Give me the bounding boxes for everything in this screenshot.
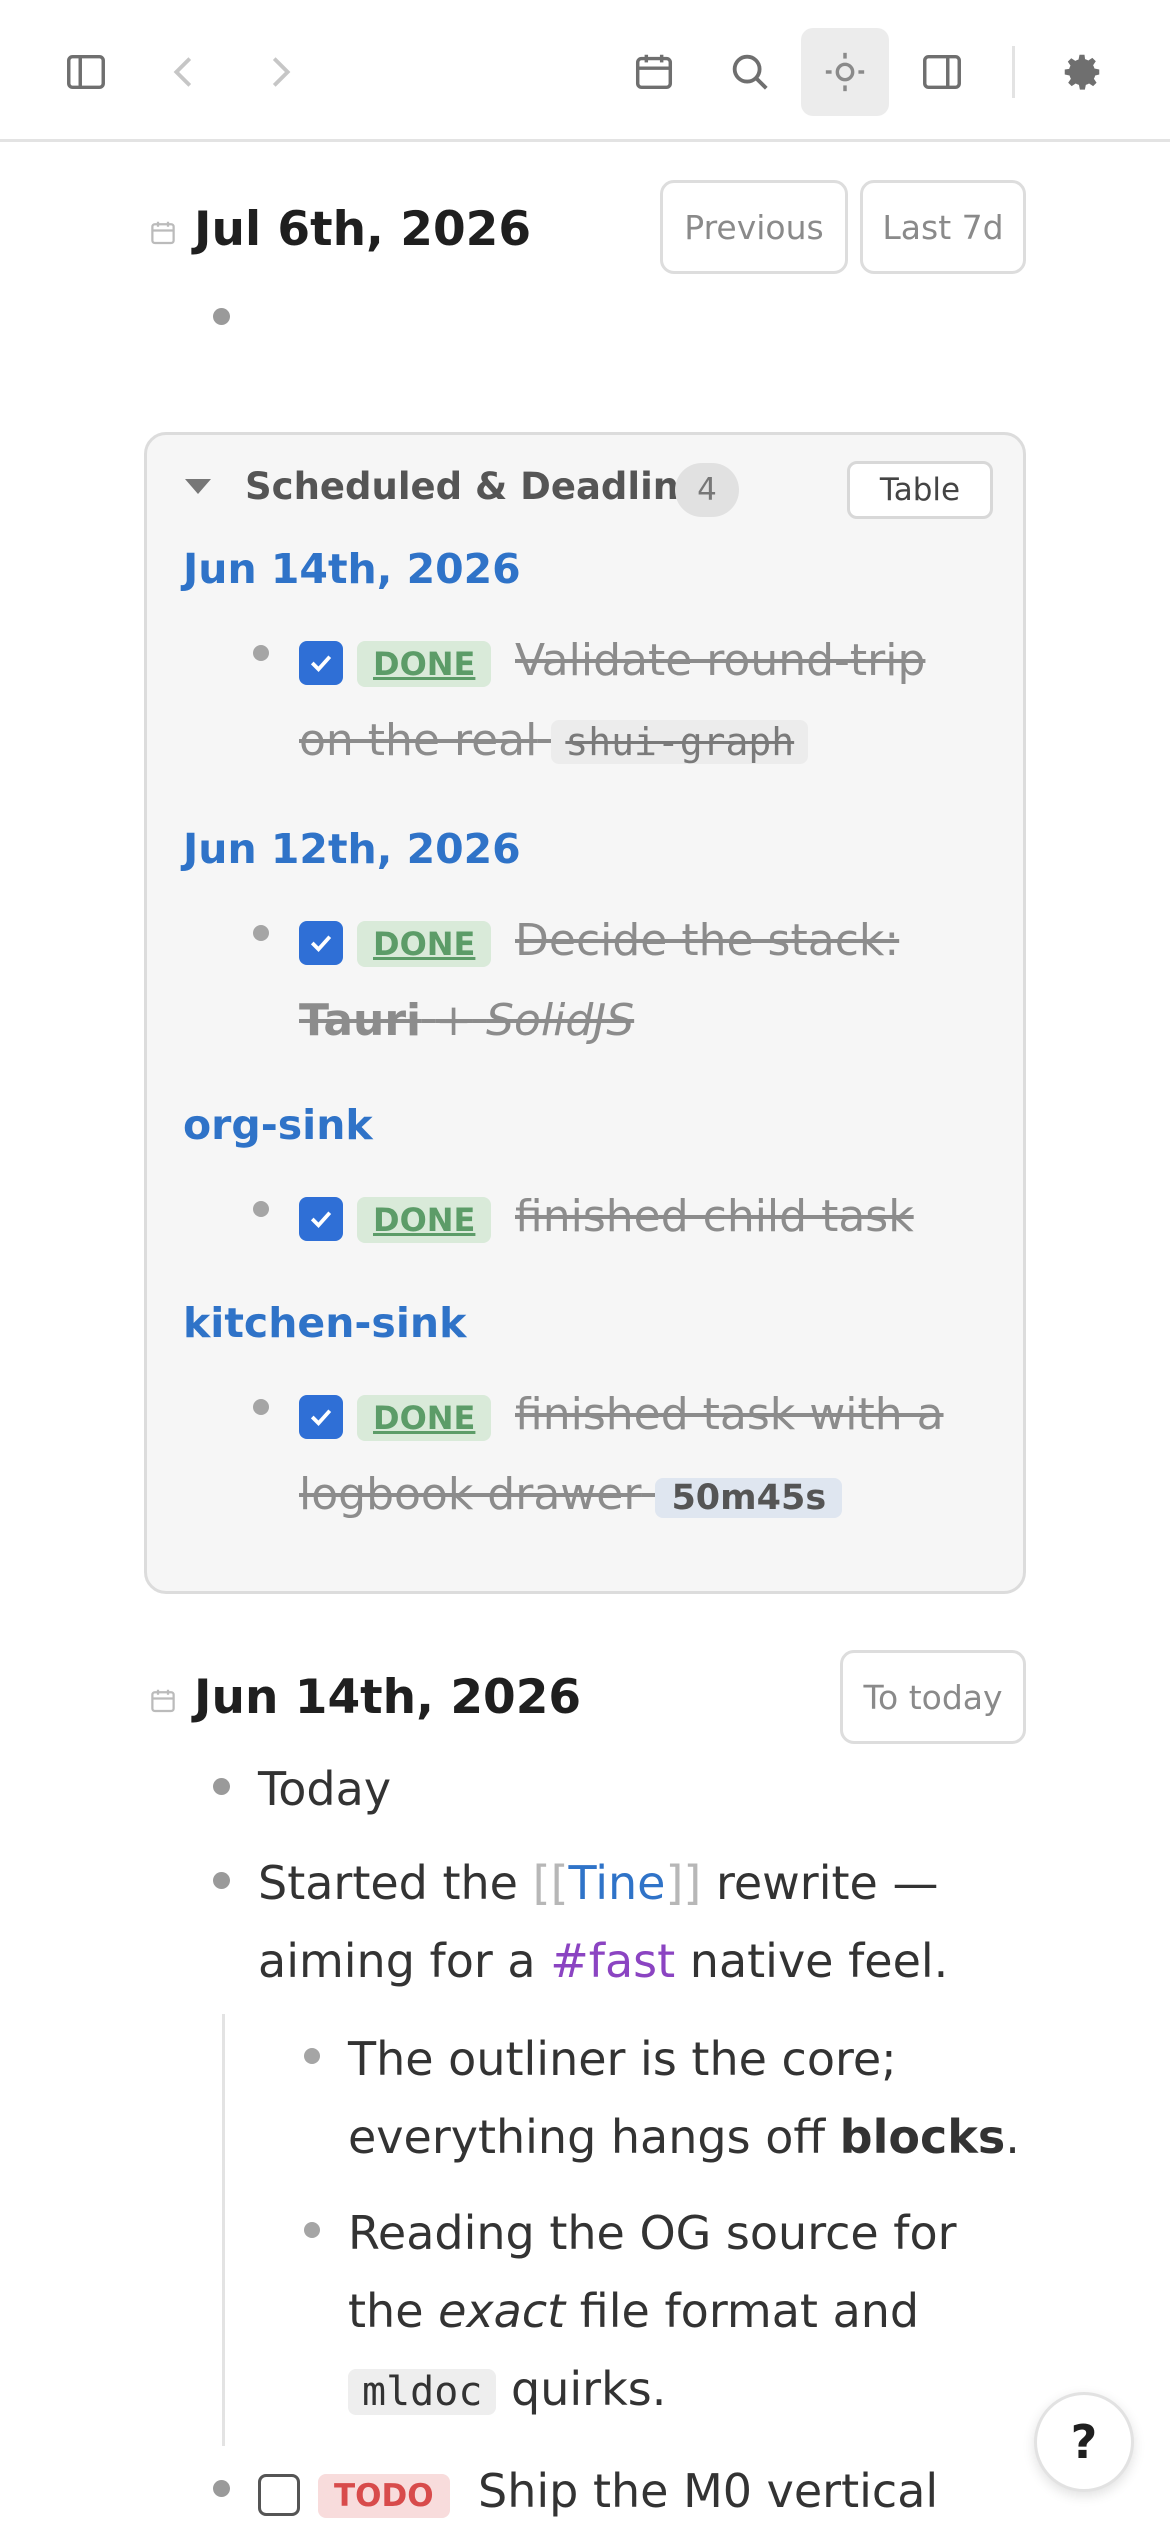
group-title-jun-12[interactable]: Jun 12th, 2026 (183, 825, 521, 873)
journal-title[interactable]: Jun 14th, 2026 (194, 1670, 581, 1725)
task-text-line2: logbook drawer 50m45s (299, 1469, 843, 1520)
search-icon (732, 54, 768, 90)
journals-button[interactable] (610, 28, 698, 116)
calendar-icon (151, 221, 175, 245)
italic-text: SolidJS (486, 995, 635, 1046)
toolbar-divider (1012, 46, 1015, 98)
block-text-line2[interactable]: the exact file format and (348, 2284, 919, 2338)
done-badge[interactable]: DONE (357, 921, 492, 967)
block-bullet[interactable] (213, 2480, 230, 2497)
back-button[interactable] (140, 28, 228, 116)
todo-badge[interactable]: TODO (318, 2474, 450, 2518)
checkmark-icon (310, 655, 332, 672)
block-bullet[interactable] (253, 925, 269, 941)
block-text[interactable]: Ship the M0 vertical (478, 2464, 938, 2518)
checkmark-icon (310, 1409, 332, 1426)
forward-icon (272, 57, 291, 87)
panel-title[interactable]: Scheduled & Deadline (245, 465, 704, 508)
table-view-button[interactable]: Table (847, 461, 993, 519)
link-bracket-close: ]] (665, 1856, 702, 1910)
block-text-line2[interactable]: everything hangs off blocks. (348, 2110, 1020, 2164)
text-segment: Started the (258, 1856, 518, 1910)
done-checkbox[interactable] (299, 1197, 343, 1241)
block-text-line2[interactable]: aiming for a #fast native feel. (258, 1934, 948, 1988)
task-text: logbook drawer (299, 1469, 642, 1520)
calendar-icon (151, 1689, 175, 1713)
logbook-time-badge[interactable]: 50m45s (655, 1478, 843, 1518)
text-segment: everything hangs off (348, 2110, 826, 2164)
top-toolbar (0, 0, 1170, 142)
text-segment: rewrite — (715, 1856, 939, 1910)
sidebar-left-icon (67, 54, 105, 90)
text-segment: native feel. (689, 1934, 949, 1988)
empty-block-bullet[interactable] (213, 308, 230, 325)
text-segment: aiming for a (258, 1934, 536, 1988)
sidebar-right-icon (923, 54, 961, 90)
back-icon (173, 57, 192, 87)
text-segment: file format and (579, 2284, 920, 2338)
done-checkbox[interactable] (299, 1395, 343, 1439)
group-title-org-sink[interactable]: org-sink (183, 1101, 373, 1149)
block-text[interactable]: Started the [[Tine]] rewrite — (258, 1856, 938, 1910)
done-badge[interactable]: DONE (357, 1197, 492, 1243)
count-badge: 4 (675, 463, 739, 517)
checkmark-icon (310, 935, 332, 952)
text-segment: . (1005, 2110, 1020, 2164)
block-text[interactable]: The outliner is the core; (348, 2032, 897, 2086)
to-today-button[interactable]: To today (840, 1650, 1026, 1744)
children-guide-line (222, 2014, 225, 2446)
block-text-line3[interactable]: mldoc quirks. (348, 2362, 666, 2416)
settings-button[interactable] (1038, 28, 1126, 116)
block-text[interactable]: Reading the OG source for (348, 2206, 957, 2260)
block-bullet[interactable] (304, 2222, 320, 2238)
collapse-caret-icon[interactable] (185, 479, 211, 494)
done-badge[interactable]: DONE (357, 1395, 492, 1441)
calendar-icon (635, 54, 673, 90)
done-checkbox[interactable] (299, 921, 343, 965)
task-text: on the real (299, 715, 538, 766)
task-text: Validate round-trip (515, 635, 926, 686)
task-text-line2: on the real shui-graph (299, 715, 809, 766)
plus-text: + (435, 995, 473, 1046)
italic-text: exact (438, 2284, 566, 2338)
task-text: finished child task (515, 1191, 914, 1242)
help-button[interactable]: ? (1034, 2392, 1134, 2492)
todo-checkbox[interactable] (258, 2474, 300, 2516)
bold-text: blocks (839, 2110, 1006, 2164)
task-text: Decide the stack: (515, 915, 900, 966)
block-bullet[interactable] (253, 1201, 269, 1217)
block-bullet[interactable] (253, 645, 269, 661)
done-checkbox[interactable] (299, 641, 343, 685)
block-bullet[interactable] (304, 2048, 320, 2064)
search-button[interactable] (706, 28, 794, 116)
journal-title[interactable]: Jul 6th, 2026 (194, 202, 531, 257)
block-bullet[interactable] (253, 1399, 269, 1415)
theme-toggle-button[interactable] (801, 28, 889, 116)
previous-button[interactable]: Previous (660, 180, 848, 274)
scheduled-deadline-panel: Scheduled & Deadline 4 Table Jun 14th, 2… (144, 432, 1026, 1594)
toggle-right-sidebar-button[interactable] (898, 28, 986, 116)
group-title-kitchen-sink[interactable]: kitchen-sink (183, 1299, 466, 1347)
done-badge[interactable]: DONE (357, 641, 492, 687)
inline-code: shui-graph (551, 720, 809, 764)
text-segment: the (348, 2284, 424, 2338)
checkmark-icon (310, 1211, 332, 1228)
task-text-line2: Tauri + SolidJS (299, 995, 634, 1046)
page-link[interactable]: Tine (569, 1856, 666, 1910)
toggle-left-sidebar-button[interactable] (42, 28, 130, 116)
link-bracket-open: [[ (532, 1856, 569, 1910)
group-title-jun-14[interactable]: Jun 14th, 2026 (183, 545, 521, 593)
forward-button[interactable] (236, 28, 324, 116)
block-bullet[interactable] (213, 1778, 230, 1795)
sun-icon (825, 52, 865, 92)
text-segment: quirks. (511, 2362, 667, 2416)
bold-text: Tauri (299, 995, 422, 1046)
block-text[interactable]: Today (258, 1762, 391, 1816)
task-text: finished task with a (515, 1389, 944, 1440)
inline-code: mldoc (348, 2369, 497, 2415)
last-7d-button[interactable]: Last 7d (860, 180, 1026, 274)
tag-link[interactable]: #fast (550, 1934, 675, 1988)
gear-icon (1064, 54, 1100, 90)
block-bullet[interactable] (213, 1872, 230, 1889)
